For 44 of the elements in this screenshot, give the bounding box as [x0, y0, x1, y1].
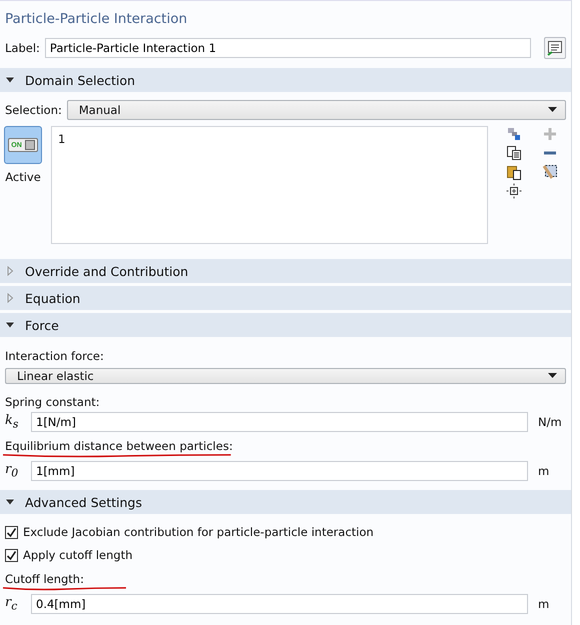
- section-header[interactable]: Equation: [0, 286, 571, 310]
- zoom-to-selection-icon[interactable]: [506, 183, 522, 199]
- section-header[interactable]: Override and Contribution: [0, 259, 571, 283]
- value-field[interactable]: 1[N/m]: [31, 412, 528, 432]
- checkbox-label: Exclude Jacobian contribution for particle-particle interaction: [23, 525, 374, 539]
- dropdown-arrow-icon[interactable]: [548, 107, 557, 113]
- section-header[interactable]: Domain Selection: [0, 68, 571, 92]
- label-caption: Label:: [5, 41, 40, 55]
- expand-icon: [5, 266, 15, 276]
- symbol-label: k$_{s}$: [5, 413, 20, 431]
- label-field[interactable]: Particle-Particle Interaction 1: [44, 38, 531, 58]
- value-field[interactable]: 1[mm]: [31, 461, 528, 481]
- expand-icon: [5, 293, 15, 303]
- collapse-icon: [5, 497, 15, 507]
- panel-title: Particle-Particle Interaction: [4, 10, 188, 29]
- symbol-label: r$_{0}$: [5, 462, 20, 480]
- list-item[interactable]: 1: [58, 131, 481, 147]
- collapse-icon: [5, 75, 15, 85]
- paste-icon[interactable]: [506, 164, 522, 180]
- symbol-label: r$_{c}$: [5, 595, 18, 613]
- comment-icon[interactable]: [544, 37, 566, 59]
- clear-selection-icon[interactable]: [542, 164, 558, 180]
- checkbox[interactable]: [5, 548, 18, 562]
- shapes-icon[interactable]: [506, 126, 522, 142]
- unit-label: m: [538, 464, 550, 478]
- checkbox-label: Apply cutoff length: [23, 548, 133, 562]
- field-caption: Equilibrium distance between particles:: [5, 439, 233, 453]
- active-caption: Active: [5, 170, 41, 184]
- field-caption: Interaction force:: [5, 349, 104, 363]
- section-header[interactable]: Force: [0, 313, 571, 337]
- value-field[interactable]: 0.4[mm]: [31, 594, 528, 614]
- field-caption: Spring constant:: [5, 395, 100, 409]
- collapse-icon: [5, 320, 15, 330]
- dropdown-arrow-icon[interactable]: [548, 373, 557, 379]
- section-header[interactable]: Advanced Settings: [0, 490, 571, 514]
- checkbox[interactable]: [5, 526, 18, 538]
- force-dropdown[interactable]: Linear elastic: [5, 368, 566, 384]
- selection-dropdown[interactable]: Manual: [66, 100, 566, 120]
- selection-list[interactable]: 1: [51, 126, 488, 244]
- copy-icon[interactable]: [506, 145, 522, 161]
- field-caption: Cutoff length:: [5, 572, 85, 586]
- unit-label: N/m: [538, 415, 563, 429]
- selection-caption: Selection:: [5, 103, 62, 117]
- unit-label: m: [538, 597, 550, 611]
